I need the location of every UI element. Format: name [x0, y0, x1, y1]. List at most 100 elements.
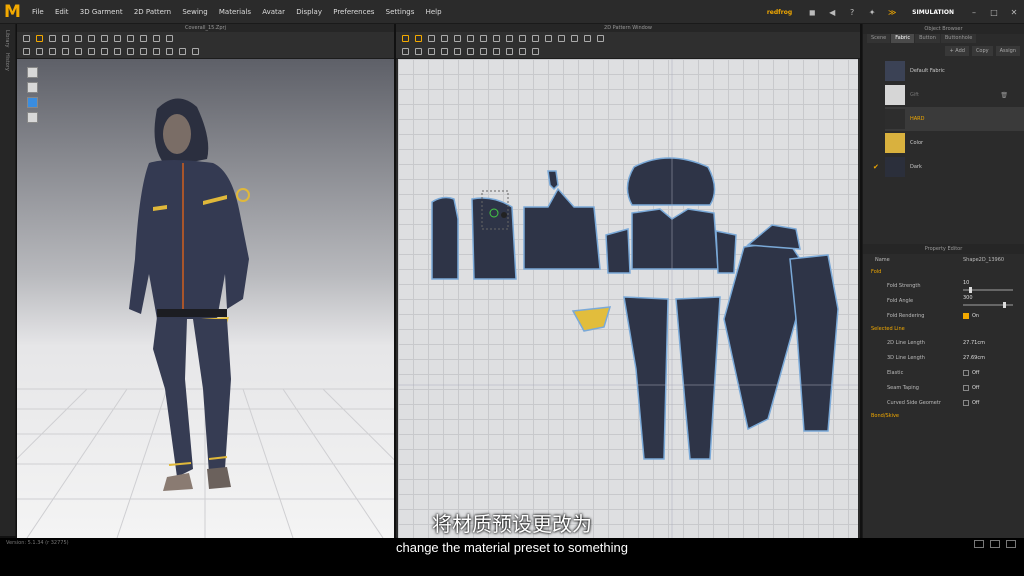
avatar-display-icon[interactable]	[27, 82, 38, 93]
pattern-canvas[interactable]	[398, 59, 858, 538]
fabric-item[interactable]: Default Fabric	[885, 59, 1024, 83]
gift-icon[interactable]: ✦	[866, 6, 878, 18]
name-value[interactable]: Shape2D_13960	[963, 254, 1004, 266]
fabric-item[interactable]: Gift 🗑	[885, 83, 1024, 107]
simulation-mode[interactable]: SIMULATION	[912, 9, 954, 16]
measure-2d-icon[interactable]	[454, 48, 461, 55]
polygon-icon[interactable]	[454, 35, 461, 42]
menu-file[interactable]: File	[32, 8, 44, 16]
fold-rendering-checkbox[interactable]	[963, 312, 969, 319]
elastic-2d-icon[interactable]	[532, 48, 539, 55]
fabric-item[interactable]: HARD	[885, 107, 1024, 131]
button-tool-icon[interactable]	[101, 48, 108, 55]
menu-preferences[interactable]: Preferences	[333, 8, 374, 16]
tab-scene[interactable]: Scene	[867, 34, 891, 43]
pin-icon[interactable]	[88, 35, 95, 42]
record-icon[interactable]: ◼	[806, 6, 818, 18]
close-icon[interactable]: ✕	[1008, 6, 1020, 18]
buttonhole-tool-icon[interactable]	[114, 48, 121, 55]
fabric-icon[interactable]	[192, 48, 199, 55]
puckering-icon[interactable]	[153, 48, 160, 55]
assign-fabric-button[interactable]: Assign	[995, 46, 1020, 56]
garment-display-icon[interactable]	[27, 97, 38, 108]
pleats-icon[interactable]	[428, 48, 435, 55]
zipper-icon[interactable]	[114, 35, 121, 42]
texture-tool-icon[interactable]	[140, 48, 147, 55]
style-line-icon[interactable]	[153, 35, 160, 42]
edit-sewing-icon[interactable]	[402, 48, 409, 55]
grain-icon[interactable]	[480, 48, 487, 55]
history-tab[interactable]: History	[4, 53, 10, 71]
copy-fabric-button[interactable]: Copy	[971, 46, 993, 56]
tab-buttonhole[interactable]: Buttonhole	[940, 34, 977, 43]
user-name[interactable]: redfrog	[767, 9, 792, 16]
select-tool-icon[interactable]	[23, 35, 30, 42]
internal-polygon-icon[interactable]	[493, 35, 500, 42]
segment-sewing-icon[interactable]	[571, 35, 578, 42]
trace-icon[interactable]	[545, 35, 552, 42]
annotation-icon[interactable]	[493, 48, 500, 55]
binding-icon[interactable]	[519, 48, 526, 55]
move-tool-icon[interactable]	[36, 35, 43, 42]
bond-skive-section[interactable]: Bond/Skive	[863, 410, 1024, 422]
fold-angle-slider[interactable]	[963, 302, 1013, 308]
topstitch-icon[interactable]	[166, 48, 173, 55]
maximize-icon[interactable]: □	[988, 6, 1000, 18]
menu-avatar[interactable]: Avatar	[262, 8, 285, 16]
render-display-icon[interactable]	[27, 112, 38, 123]
menu-3d-garment[interactable]: 3D Garment	[80, 8, 123, 16]
add-point-icon[interactable]	[441, 35, 448, 42]
edit-topstitch-icon[interactable]	[179, 48, 186, 55]
fabric-item[interactable]: ✔ Dark	[873, 155, 1024, 179]
menu-help[interactable]: Help	[426, 8, 442, 16]
edit-pattern-icon[interactable]	[415, 35, 422, 42]
topstitch-2d-icon[interactable]	[506, 48, 513, 55]
selected-line-section[interactable]: Selected Line	[863, 323, 1024, 335]
tack-icon[interactable]	[75, 35, 82, 42]
menu-materials[interactable]: Materials	[219, 8, 251, 16]
fabric-item[interactable]: Color	[885, 131, 1024, 155]
rectangle-icon[interactable]	[467, 35, 474, 42]
library-tab[interactable]: Library	[4, 30, 10, 47]
trash-icon[interactable]: 🗑	[1000, 92, 1008, 99]
avatar-measure-icon[interactable]	[23, 48, 30, 55]
line-2d-value[interactable]: 27.71cm	[963, 340, 985, 346]
fold-strength-value[interactable]: 10	[963, 280, 969, 286]
fit-map-icon[interactable]	[166, 35, 173, 42]
measure-icon[interactable]	[101, 35, 108, 42]
internal-circle-icon[interactable]	[519, 35, 526, 42]
seam-taping-checkbox[interactable]	[963, 384, 969, 391]
edit-curvature-icon[interactable]	[428, 35, 435, 42]
circle-icon[interactable]	[88, 48, 95, 55]
menu-settings[interactable]: Settings	[386, 8, 415, 16]
menu-2d-pattern[interactable]: 2D Pattern	[134, 8, 171, 16]
fold-section[interactable]: Fold	[863, 266, 1024, 278]
free-sewing-icon[interactable]	[584, 35, 591, 42]
tab-fabric[interactable]: Fabric	[891, 34, 915, 43]
sound-icon[interactable]: ◀	[826, 6, 838, 18]
menu-display[interactable]: Display	[296, 8, 322, 16]
pattern-pieces[interactable]	[398, 59, 858, 538]
avatar-figure[interactable]	[17, 59, 394, 538]
elastic-checkbox[interactable]	[963, 369, 969, 376]
fold-angle-value[interactable]: 300	[963, 295, 973, 301]
camera-view-icon[interactable]	[27, 67, 38, 78]
transform-pattern-icon[interactable]	[402, 35, 409, 42]
curved-side-checkbox[interactable]	[963, 399, 969, 406]
internal-rectangle-icon[interactable]	[506, 35, 513, 42]
seam-allowance-icon[interactable]	[415, 48, 422, 55]
line-icon[interactable]	[75, 48, 82, 55]
menu-edit[interactable]: Edit	[55, 8, 69, 16]
circumference-icon[interactable]	[36, 48, 43, 55]
tab-button[interactable]: Button	[915, 34, 940, 43]
fold-arrangement-icon[interactable]	[62, 35, 69, 42]
menu-sewing[interactable]: Sewing	[182, 8, 207, 16]
ellipse-icon[interactable]	[480, 35, 487, 42]
fold-strength-slider[interactable]	[963, 287, 1013, 293]
fold-icon[interactable]	[441, 48, 448, 55]
minimize-icon[interactable]: –	[968, 6, 980, 18]
brush-icon[interactable]	[127, 35, 134, 42]
texture-2d-icon[interactable]	[467, 48, 474, 55]
graphic-tool-icon[interactable]	[127, 48, 134, 55]
notch-icon[interactable]	[558, 35, 565, 42]
